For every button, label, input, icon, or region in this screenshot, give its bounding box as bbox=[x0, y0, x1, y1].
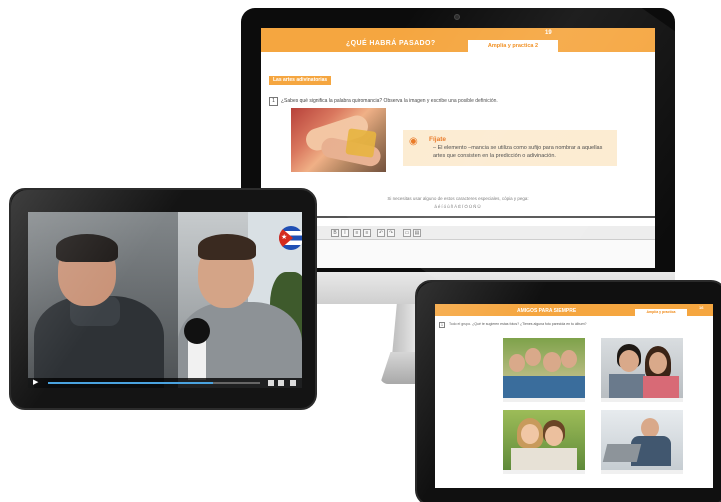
person-face bbox=[509, 354, 525, 372]
play-icon[interactable]: ▶ bbox=[33, 379, 38, 387]
video-seek-bar[interactable] bbox=[48, 382, 260, 384]
video-controls: ▶ bbox=[28, 378, 302, 388]
divider bbox=[261, 216, 655, 218]
person-face bbox=[561, 350, 577, 368]
italic-button[interactable]: I bbox=[341, 229, 349, 237]
tablet-video: ★ ▶ bbox=[9, 188, 319, 412]
imac-screen: ¿QUÉ HABRÁ PASADO? 19 Amplía y practica … bbox=[261, 28, 655, 268]
person-face bbox=[619, 350, 639, 372]
insert-button[interactable]: ▭ bbox=[403, 229, 411, 237]
flag-star: ★ bbox=[281, 234, 288, 241]
clothing-shape bbox=[609, 374, 645, 398]
person-face bbox=[545, 426, 563, 446]
photo-friends-group bbox=[503, 338, 585, 398]
tip-heading: Fíjate bbox=[429, 136, 446, 143]
tip-box: ◉ Fíjate – El elemento –mancia se utiliz… bbox=[403, 130, 617, 166]
clothing-shape bbox=[511, 448, 577, 470]
product-showcase: ¿QUÉ HABRÁ PASADO? 19 Amplía y practica … bbox=[0, 0, 721, 502]
eye-icon: ◉ bbox=[409, 136, 418, 147]
tablet-screen: AMIGOS PARA SIEMPRE Amplía y practica 16… bbox=[435, 304, 713, 488]
special-chars[interactable]: áéíóúñÁÉÍÓÚÑÜ bbox=[261, 204, 655, 209]
person-face bbox=[525, 348, 541, 366]
webcam-icon bbox=[454, 14, 460, 20]
redo-button[interactable]: ↷ bbox=[387, 229, 395, 237]
video-progress bbox=[48, 382, 214, 384]
settings-icon[interactable] bbox=[278, 380, 284, 386]
cuba-flag-icon: ★ bbox=[279, 226, 302, 250]
tip-text: – El elemento –mancia se utiliza como su… bbox=[433, 145, 603, 159]
special-chars-note: Si necesitas usar alguno de estos caract… bbox=[387, 196, 529, 201]
question-number: 1 bbox=[439, 322, 445, 328]
bold-button[interactable]: B bbox=[331, 229, 339, 237]
palm-reading-photo bbox=[291, 108, 386, 172]
undo-button[interactable]: ↶ bbox=[377, 229, 385, 237]
question-text: ¿Sabes qué significa la palabra quiroman… bbox=[281, 98, 498, 104]
photo-shadow bbox=[601, 398, 683, 402]
photo-children bbox=[503, 410, 585, 470]
tab-amplia-practica[interactable]: Amplía y practica bbox=[635, 309, 687, 316]
question-text: Todo el grupo. ¿Qué te sugieren estas fo… bbox=[449, 322, 587, 326]
section-label: Las artes adivinatorias bbox=[269, 76, 332, 85]
tab-amplia-practica[interactable]: Amplía y practica 2 bbox=[468, 40, 558, 52]
clothing-shape bbox=[503, 376, 585, 398]
person-face bbox=[521, 424, 539, 444]
photo-shadow bbox=[503, 470, 585, 474]
volume-icon[interactable] bbox=[268, 380, 274, 386]
fullscreen-icon[interactable] bbox=[290, 380, 296, 386]
photo-shadow bbox=[601, 470, 683, 474]
clothing-shape bbox=[643, 376, 679, 398]
microphone-icon bbox=[184, 318, 210, 344]
ordered-list-button[interactable]: ≡ bbox=[363, 229, 371, 237]
photo-laptop bbox=[601, 410, 683, 470]
page-number: 16 bbox=[699, 305, 704, 310]
page-header: ¿QUÉ HABRÁ PASADO? 19 Amplía y practica … bbox=[261, 28, 655, 52]
interviewer-figure bbox=[56, 234, 118, 262]
page-title: ¿QUÉ HABRÁ PASADO? bbox=[346, 40, 436, 47]
person-face bbox=[649, 352, 667, 374]
photo-couple bbox=[601, 338, 683, 398]
answer-editor[interactable] bbox=[261, 240, 655, 268]
card-shape bbox=[345, 128, 377, 158]
person-face bbox=[641, 418, 659, 438]
photo-shadow bbox=[503, 398, 585, 402]
table-button[interactable]: ▤ bbox=[413, 229, 421, 237]
video-player[interactable]: ★ ▶ bbox=[28, 212, 302, 388]
tablet-photos: AMIGOS PARA SIEMPRE Amplía y practica 16… bbox=[415, 280, 721, 502]
question-number: 1 bbox=[269, 97, 278, 106]
editor-toolbar: B I ≡ ≡ ↶ ↷ ▭ ▤ bbox=[261, 226, 655, 240]
laptop-shape bbox=[602, 444, 642, 462]
interviewee-figure bbox=[198, 234, 256, 260]
list-button[interactable]: ≡ bbox=[353, 229, 361, 237]
microphone-icon bbox=[188, 340, 206, 380]
page-header: AMIGOS PARA SIEMPRE Amplía y practica 16 bbox=[435, 304, 713, 316]
page-title: AMIGOS PARA SIEMPRE bbox=[517, 308, 577, 314]
person-face bbox=[543, 352, 561, 372]
page-number: 19 bbox=[545, 30, 552, 36]
